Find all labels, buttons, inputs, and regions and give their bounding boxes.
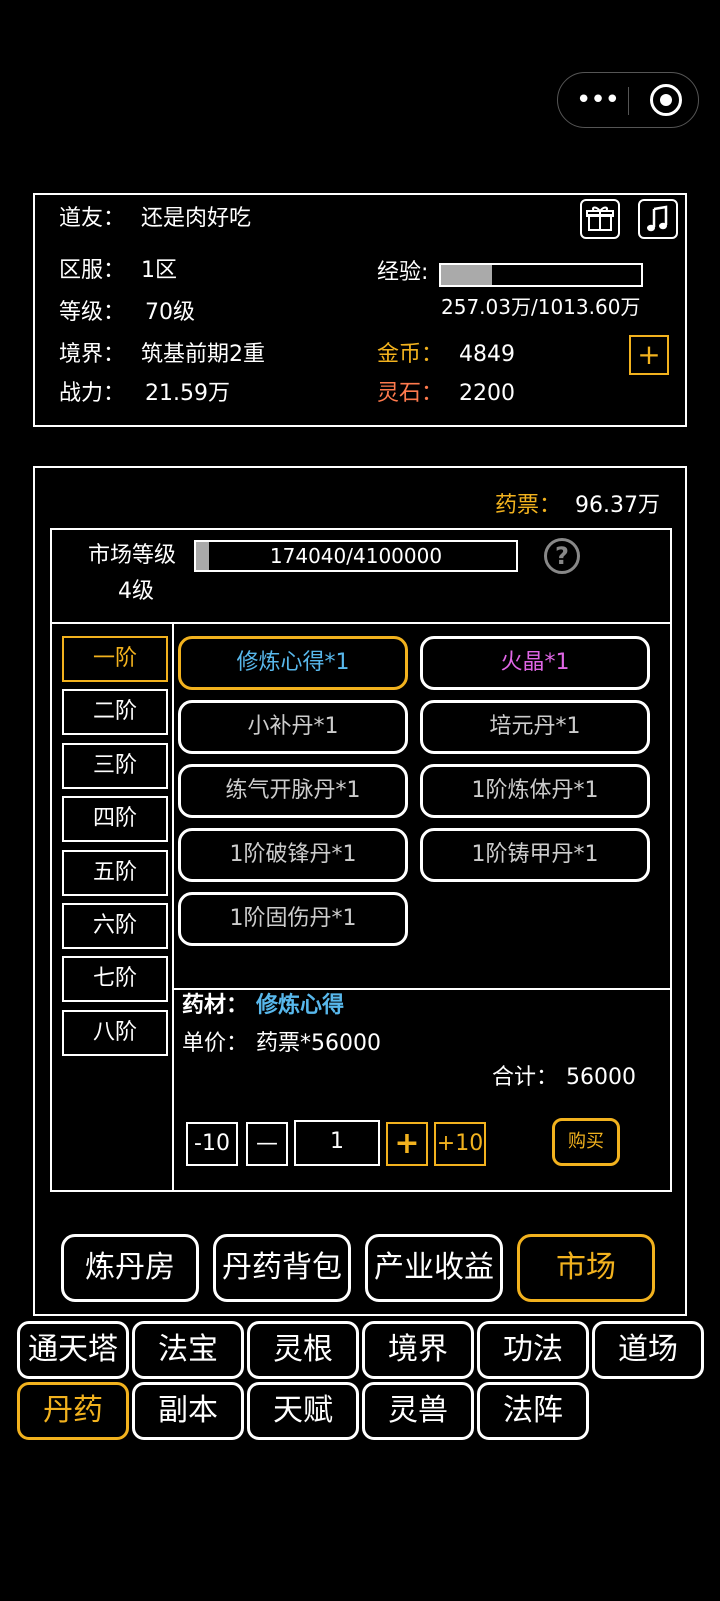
system-tab[interactable]: 天赋 [247, 1382, 359, 1440]
market-item[interactable]: 修炼心得*1 [178, 636, 408, 690]
section-nav: 炼丹房 丹药背包 产业收益 市场 [61, 1234, 661, 1306]
system-tab[interactable]: 法宝 [132, 1321, 244, 1379]
market-level-value: 4级 [118, 579, 154, 604]
header-divider [52, 622, 670, 624]
total-label: 合计： [492, 1065, 559, 1090]
stone-label: 灵石： [377, 381, 444, 406]
add-currency-button[interactable]: + [629, 335, 669, 375]
tier-tab-1[interactable]: 一阶 [62, 636, 168, 682]
system-tab[interactable]: 通天塔 [17, 1321, 129, 1379]
section-tab-4[interactable]: 市场 [517, 1234, 655, 1302]
exp-bar [439, 263, 643, 287]
capsule-divider [628, 87, 629, 115]
server-value: 1区 [141, 258, 177, 283]
exp-bar-fill [441, 265, 492, 285]
realm-value: 筑基前期2重 [141, 342, 265, 367]
section-tab-1[interactable]: 炼丹房 [61, 1234, 199, 1302]
system-nav-row2: 丹药 副本 天赋 灵兽 法阵 [17, 1382, 707, 1442]
material-label: 药材： [182, 993, 249, 1018]
ticket-value: 96.37万 [575, 493, 660, 518]
name-value: 还是肉好吃 [141, 206, 252, 231]
market-panel: 药票： 96.37万 市场等级 174040/4100000 ? 4级 一阶二阶… [33, 466, 687, 1316]
system-tab[interactable]: 法阵 [477, 1382, 589, 1440]
music-icon[interactable] [638, 199, 678, 239]
exp-text: 257.03万/1013.60万 [441, 295, 641, 319]
total-value: 56000 [566, 1065, 636, 1090]
market-level-progress-text: 174040/4100000 [269, 544, 443, 568]
market-level-bar: 174040/4100000 [194, 540, 518, 572]
plus-button[interactable]: + [386, 1122, 428, 1166]
market-item[interactable]: 火晶*1 [420, 636, 650, 690]
tier-tab-8[interactable]: 八阶 [62, 1009, 168, 1056]
tier-tab-7[interactable]: 七阶 [62, 956, 168, 1003]
quantity-input[interactable]: 1 [294, 1120, 380, 1166]
market-item[interactable]: 1阶破锋丹*1 [178, 828, 408, 882]
section-tab-2[interactable]: 丹药背包 [213, 1234, 351, 1302]
tier-divider [172, 622, 174, 1192]
section-tab-3[interactable]: 产业收益 [365, 1234, 503, 1302]
system-tab[interactable]: 丹药 [17, 1382, 129, 1440]
market-item[interactable]: 1阶炼体丹*1 [420, 764, 650, 818]
level-value: 70级 [145, 300, 195, 325]
gift-icon[interactable] [580, 199, 620, 239]
server-label: 区服： [59, 258, 126, 283]
realm-label: 境界： [59, 342, 126, 367]
tier-tab-2[interactable]: 二阶 [62, 689, 168, 736]
market-level-label: 市场等级 [88, 543, 177, 568]
buy-button[interactable]: 购买 [552, 1118, 620, 1166]
system-tab[interactable]: 灵兽 [362, 1382, 474, 1440]
system-tab[interactable]: 道场 [592, 1321, 704, 1379]
system-tab[interactable]: 灵根 [247, 1321, 359, 1379]
detail-divider [172, 988, 670, 990]
market-item[interactable]: 小补丹*1 [178, 700, 408, 754]
level-label: 等级： [59, 300, 126, 325]
market-item[interactable]: 1阶固伤丹*1 [178, 892, 408, 946]
exp-label: 经验: [377, 260, 429, 285]
price-label: 单价： [182, 1031, 249, 1056]
help-icon[interactable]: ? [544, 538, 580, 574]
system-tab[interactable]: 境界 [362, 1321, 474, 1379]
name-label: 道友： [59, 206, 126, 231]
market-inner-frame: 市场等级 174040/4100000 ? 4级 一阶二阶三阶四阶五阶六阶七阶八… [50, 528, 672, 1192]
power-value: 21.59万 [145, 381, 230, 406]
plus-ten-button[interactable]: +10 [434, 1122, 486, 1166]
profile-panel: 道友： 还是肉好吃 区服： 1区 等级： 70级 境界： 筑基前期2重 战力： … [33, 193, 687, 427]
power-label: 战力： [59, 381, 126, 406]
tier-tab-4[interactable]: 四阶 [62, 796, 168, 843]
system-tab[interactable]: 功法 [477, 1321, 589, 1379]
material-value: 修炼心得 [256, 993, 345, 1018]
gold-label: 金币： [377, 342, 444, 367]
tier-tab-6[interactable]: 六阶 [62, 903, 168, 949]
price-value: 药票*56000 [256, 1031, 381, 1056]
item-grid: 修炼心得*1 火晶*1 小补丹*1 培元丹*1 练气开脉丹*1 1阶炼体丹*1 1阶破锋丹*… [178, 636, 668, 956]
stone-value: 2200 [459, 381, 515, 406]
system-nav-row1: 通天塔 法宝 灵根 境界 功法 道场 [17, 1321, 707, 1381]
market-item[interactable]: 练气开脉丹*1 [178, 764, 408, 818]
minus-ten-button[interactable]: -10 [186, 1122, 238, 1166]
minus-button[interactable]: — [246, 1122, 288, 1166]
tier-tab-3[interactable]: 三阶 [62, 742, 168, 789]
gold-value: 4849 [459, 342, 515, 367]
miniprogram-capsule: ••• [557, 72, 699, 128]
more-icon[interactable]: ••• [576, 85, 620, 115]
ticket-label: 药票： [495, 493, 562, 518]
tier-tab-5[interactable]: 五阶 [62, 849, 168, 896]
market-item[interactable]: 1阶铸甲丹*1 [420, 828, 650, 882]
system-tab[interactable]: 副本 [132, 1382, 244, 1440]
market-item[interactable]: 培元丹*1 [420, 700, 650, 754]
close-target-icon[interactable] [650, 84, 682, 116]
